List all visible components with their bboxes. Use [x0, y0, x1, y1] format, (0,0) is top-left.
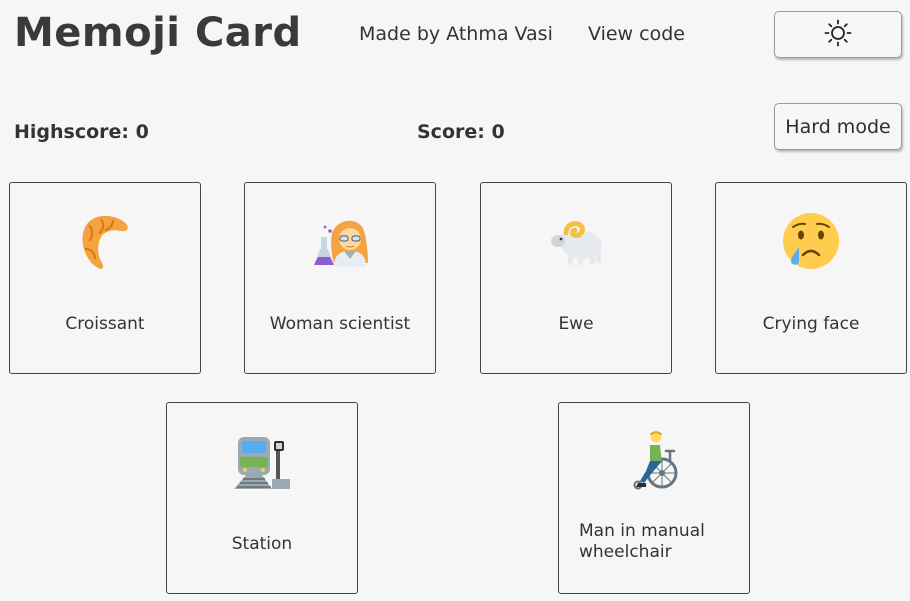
hard-mode-button[interactable]: Hard mode — [774, 103, 902, 150]
card-woman-scientist[interactable]: Woman scientist — [244, 182, 436, 374]
score-display: Score: 0 — [417, 121, 505, 143]
card-man-in-manual-wheelchair[interactable]: Man in manual wheelchair — [558, 402, 750, 594]
card-crying-face[interactable]: Crying face — [715, 182, 907, 374]
woman-scientist-icon — [245, 211, 435, 271]
theme-toggle-button[interactable] — [774, 11, 902, 58]
croissant-icon — [10, 211, 200, 271]
station-icon — [167, 431, 357, 491]
card-label: Man in manual wheelchair — [579, 521, 705, 562]
ewe-icon — [481, 211, 671, 271]
card-label: Croissant — [65, 314, 145, 334]
man-in-manual-wheelchair-icon — [559, 431, 749, 491]
card-label: Woman scientist — [269, 314, 411, 334]
author-link[interactable]: Made by Athma Vasi — [359, 23, 553, 45]
card-label: Crying face — [762, 314, 860, 334]
card-croissant[interactable]: Croissant — [9, 182, 201, 374]
page-title: Memoji Card — [14, 10, 302, 56]
card-label: Ewe — [558, 314, 594, 334]
crying-face-icon — [716, 211, 906, 271]
highscore-display: Highscore: 0 — [14, 121, 149, 143]
sun-icon — [824, 19, 852, 51]
view-code-link[interactable]: View code — [588, 23, 685, 45]
card-ewe[interactable]: Ewe — [480, 182, 672, 374]
card-label: Station — [231, 534, 293, 554]
app-root: Memoji Card Made by Athma Vasi View code… — [0, 0, 910, 601]
card-station[interactable]: Station — [166, 402, 358, 594]
